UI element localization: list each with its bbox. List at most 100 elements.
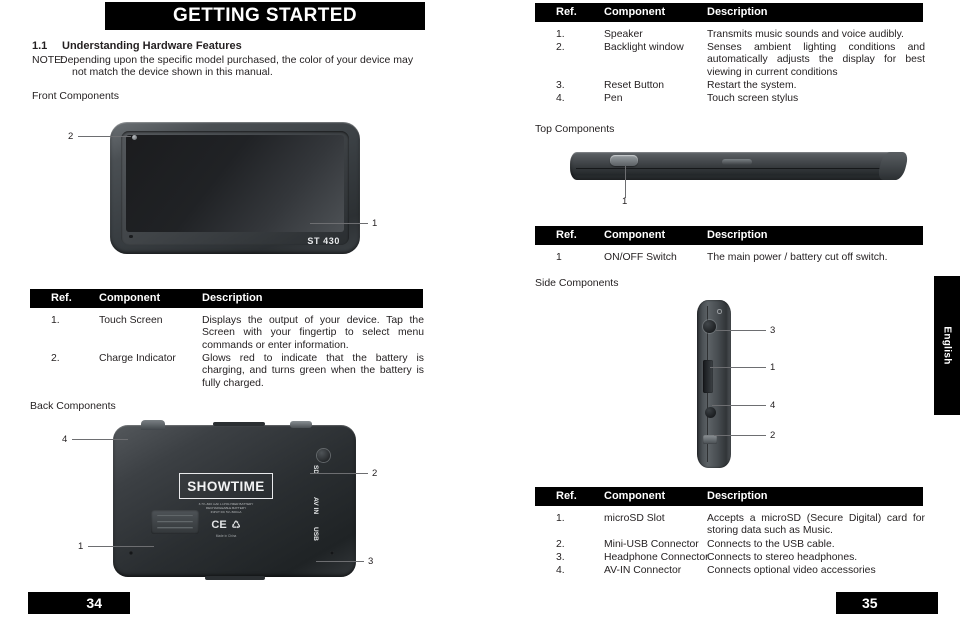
row-component: Touch Screen bbox=[99, 315, 163, 326]
callout-side-2: 2 bbox=[770, 430, 776, 441]
callout-leader-side-4 bbox=[712, 405, 766, 406]
certification-marks: CE ♺ bbox=[191, 519, 261, 531]
reset-pinhole-icon bbox=[718, 310, 721, 313]
top-notch bbox=[213, 422, 265, 426]
power-button-icon bbox=[290, 421, 312, 428]
caption-top-components: Top Components bbox=[535, 123, 615, 135]
table-header-description: Description bbox=[707, 229, 768, 241]
table-header-component: Component bbox=[99, 292, 161, 304]
table-header-ref: Ref. bbox=[51, 292, 72, 304]
row-description: Displays the output of your device. Tap … bbox=[202, 315, 424, 351]
callout-back-4: 4 bbox=[62, 434, 68, 445]
callout-leader-back-3 bbox=[316, 561, 364, 562]
table-header-ref: Ref. bbox=[556, 229, 577, 241]
row-ref: 2. bbox=[51, 353, 60, 364]
bottom-notch bbox=[205, 576, 265, 580]
row-component: microSD Slot bbox=[604, 513, 665, 524]
getting-started-banner: GETTING STARTED bbox=[105, 2, 425, 30]
front-device-illustration: ST 430 bbox=[110, 122, 360, 254]
table-header-ref: Ref. bbox=[556, 490, 577, 502]
table-header-description: Description bbox=[707, 6, 768, 18]
microphone-hole-icon bbox=[129, 234, 133, 238]
callout-leader-front-1 bbox=[310, 223, 368, 224]
callout-leader-front-2 bbox=[78, 136, 131, 137]
row-component: ON/OFF Switch bbox=[604, 252, 677, 263]
row-description: Touch screen stylus bbox=[707, 93, 799, 104]
microsd-slot-icon bbox=[703, 360, 713, 393]
callout-leader-back-4 bbox=[72, 439, 128, 440]
callout-back-1: 1 bbox=[78, 541, 84, 552]
row-ref: 1. bbox=[556, 513, 565, 524]
table-row: 1. Touch Screen Displays the output of y… bbox=[30, 315, 424, 353]
table-row: 3. Reset Button Restart the system. bbox=[535, 80, 923, 93]
port-label-av-in: AV IN bbox=[312, 497, 319, 515]
caption-front-components: Front Components bbox=[32, 90, 119, 102]
table-row: 2. Mini-USB Connector Connects to the US… bbox=[535, 539, 923, 552]
brand-label: SHOWTIME bbox=[179, 473, 273, 499]
ce-mark-icon: CE bbox=[211, 519, 227, 531]
callout-top-1: 1 bbox=[622, 196, 628, 207]
callout-side-4: 4 bbox=[770, 400, 776, 411]
weee-mark-icon: ♺ bbox=[231, 519, 241, 531]
speaker-grille-icon bbox=[151, 510, 199, 534]
row-description: Glows red to indicate that the battery i… bbox=[202, 353, 424, 389]
row-description: The main power / battery cut off switch. bbox=[707, 252, 888, 263]
row-description: Connects to stereo headphones. bbox=[707, 552, 858, 563]
page-number-right-value: 35 bbox=[862, 595, 878, 611]
row-component: Pen bbox=[604, 93, 623, 104]
callout-leader-side-1 bbox=[710, 367, 766, 368]
page-number-left-value: 34 bbox=[86, 595, 102, 611]
port-label-column: SD AV IN USB bbox=[312, 443, 345, 555]
row-description: Transmits music sounds and voice audibly… bbox=[707, 29, 904, 40]
back-device-illustration: SHOWTIME 3.7V~820 mAh LI-POLYMER BATTERY… bbox=[113, 420, 356, 580]
row-ref: 2. bbox=[556, 42, 565, 53]
callout-back-3: 3 bbox=[368, 556, 374, 567]
table-row: 4. AV-IN Connector Connects optional vid… bbox=[535, 565, 923, 578]
row-component: Mini-USB Connector bbox=[604, 539, 699, 550]
row-description: Senses ambient lighting conditions and a… bbox=[707, 42, 925, 78]
made-in-label: Made in China bbox=[215, 534, 237, 538]
table-header-ref: Ref. bbox=[556, 6, 577, 18]
row-description: Connects optional video accessories bbox=[707, 565, 876, 576]
row-ref: 3. bbox=[556, 80, 565, 91]
table-body: 1 ON/OFF Switch The main power / battery… bbox=[535, 245, 923, 267]
row-ref: 1. bbox=[556, 29, 565, 40]
table-header-row: Ref. Component Description bbox=[535, 487, 923, 506]
on-off-switch-icon bbox=[610, 155, 638, 166]
table-row: 1. microSD Slot Accepts a microSD (Secur… bbox=[535, 513, 925, 539]
table-header-description: Description bbox=[202, 292, 263, 304]
callout-back-2: 2 bbox=[372, 468, 378, 479]
callout-leader-side-3 bbox=[716, 330, 766, 331]
row-component: Headphone Connector bbox=[604, 552, 709, 563]
table-row: 3. Headphone Connector Connects to stere… bbox=[535, 552, 923, 565]
table-body: 1. microSD Slot Accepts a microSD (Secur… bbox=[535, 506, 925, 578]
table-row: 1. Speaker Transmits music sounds and vo… bbox=[535, 29, 923, 42]
section-title: Understanding Hardware Features bbox=[62, 40, 242, 52]
row-component: Reset Button bbox=[604, 80, 665, 91]
caption-back-components: Back Components bbox=[30, 400, 116, 412]
callout-leader-side-2 bbox=[714, 435, 766, 436]
row-description: Accepts a microSD (Secure Digital) card … bbox=[707, 513, 925, 537]
table-row: 4. Pen Touch screen stylus bbox=[535, 93, 923, 106]
table-header-row: Ref. Component Description bbox=[535, 226, 923, 245]
row-ref: 1 bbox=[556, 252, 562, 263]
top-slot-icon bbox=[722, 159, 752, 165]
language-tab: English bbox=[934, 276, 960, 415]
row-description: Connects to the USB cable. bbox=[707, 539, 835, 550]
section-number: 1.1 bbox=[32, 40, 48, 52]
note-line-1: Depending upon the specific model purcha… bbox=[60, 54, 414, 66]
table-row: 2. Backlight window Senses ambient light… bbox=[535, 42, 925, 80]
row-ref: 3. bbox=[556, 552, 565, 563]
front-components-table: Ref. Component Description 1. Touch Scre… bbox=[30, 289, 424, 391]
table-row: 1 ON/OFF Switch The main power / battery… bbox=[535, 252, 923, 267]
table-body: 1. Speaker Transmits music sounds and vo… bbox=[535, 22, 925, 106]
top-components-table: Ref. Component Description 1 ON/OFF Swit… bbox=[535, 226, 923, 267]
mini-usb-connector-icon bbox=[703, 435, 717, 444]
row-component: AV-IN Connector bbox=[604, 565, 682, 576]
callout-leader-back-1 bbox=[88, 546, 154, 547]
top-device-illustration bbox=[570, 148, 910, 190]
screw-hole-icon bbox=[129, 551, 133, 555]
callout-leader-top-1 bbox=[625, 166, 626, 198]
callout-side-1: 1 bbox=[770, 362, 776, 373]
banner-title: GETTING STARTED bbox=[172, 5, 358, 26]
